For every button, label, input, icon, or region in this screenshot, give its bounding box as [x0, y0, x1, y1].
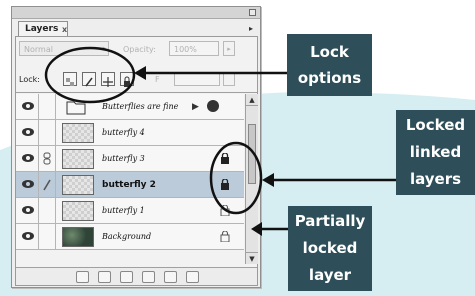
chain-link-icon	[43, 152, 51, 165]
callout-locked-linked-layers: Locked linked layers	[396, 110, 475, 195]
lock-position-button[interactable]	[101, 72, 115, 87]
callout-line: linked	[409, 143, 462, 161]
eye-icon[interactable]	[20, 204, 36, 216]
layer-name: butterfly 2	[102, 180, 156, 190]
screenshot-stage: Layers x ▸ Normal ▸ Opacity: 100% ▸ Lock…	[0, 0, 475, 296]
tab-layers[interactable]: Layers x	[18, 21, 68, 36]
callout-line: Locked	[405, 116, 466, 134]
layers-palette: Layers x ▸ Normal ▸ Opacity: 100% ▸ Lock…	[11, 6, 261, 288]
layer-row-butterflies-set[interactable]: Butterflies are fine ▶	[16, 94, 244, 120]
new-set-button[interactable]	[120, 271, 133, 283]
opacity-field[interactable]: 100%	[169, 41, 219, 56]
link-column[interactable]	[38, 198, 56, 223]
link-column[interactable]	[38, 146, 56, 171]
layer-thumbnail	[62, 123, 94, 143]
blend-row: Normal ▸ Opacity: 100% ▸	[19, 41, 254, 57]
scroll-down-icon[interactable]: ▼	[246, 252, 258, 264]
link-column[interactable]	[38, 224, 56, 249]
layer-row-butterfly-1[interactable]: butterfly 1	[16, 198, 244, 224]
layer-effects-icon[interactable]	[207, 100, 219, 112]
lock-icon	[124, 76, 130, 87]
add-mask-button[interactable]	[98, 271, 111, 283]
lock-label: Lock:	[19, 75, 40, 84]
layer-row-butterfly-4[interactable]: butterfly 4	[16, 120, 244, 146]
partial-lock-icon	[220, 231, 230, 242]
layer-thumbnail	[62, 149, 94, 169]
new-adjustment-layer-button[interactable]	[142, 271, 155, 283]
trash-icon[interactable]	[186, 271, 199, 283]
layer-name: Background	[102, 232, 152, 241]
layer-row-butterfly-3[interactable]: butterfly 3	[16, 146, 244, 172]
layer-name: butterfly 4	[102, 128, 145, 137]
lock-all-button[interactable]	[120, 72, 134, 87]
eye-icon[interactable]	[20, 178, 36, 190]
scroll-up-icon[interactable]: ▲	[246, 94, 258, 106]
opacity-slider-arrow-icon[interactable]: ▸	[223, 41, 235, 56]
opacity-value: 100%	[174, 45, 197, 54]
checker-icon	[66, 78, 74, 86]
eye-icon[interactable]	[20, 126, 36, 138]
callout-line: Partially	[294, 212, 366, 230]
divider	[16, 92, 257, 93]
layer-row-butterfly-2[interactable]: butterfly 2	[16, 172, 244, 198]
callout-line: layers	[409, 170, 462, 188]
lock-row: Lock: F	[19, 71, 254, 89]
callout-line: locked	[302, 239, 358, 257]
layers-bottom-bar	[16, 267, 257, 285]
new-layer-button[interactable]	[164, 271, 177, 283]
brush-icon	[43, 179, 51, 191]
callout-lock-options: Lock options	[287, 34, 372, 96]
layer-name: Butterflies are fine	[102, 102, 179, 111]
layer-name: butterfly 1	[102, 206, 145, 215]
lock-icon	[221, 153, 229, 164]
layer-name: butterfly 3	[102, 154, 145, 163]
eye-icon[interactable]	[20, 230, 36, 242]
chevron-down-icon: ▸	[102, 44, 106, 52]
fill-slider-arrow-icon[interactable]	[223, 72, 235, 86]
scroll-thumb[interactable]	[248, 124, 256, 184]
callout-line: layer	[308, 266, 352, 284]
layer-row-background[interactable]: Background	[16, 224, 244, 250]
partial-lock-icon	[220, 205, 230, 216]
layer-style-button[interactable]	[76, 271, 89, 283]
callout-line: Lock	[310, 43, 349, 61]
tab-close-icon[interactable]: x	[62, 25, 67, 34]
callout-partially-locked-layer: Partially locked layer	[288, 206, 372, 291]
lock-icon	[221, 179, 229, 190]
blend-mode-value: Normal	[24, 45, 53, 54]
palette-menu-icon[interactable]: ▸	[244, 23, 258, 35]
lock-image-button[interactable]	[82, 72, 96, 87]
move-icon	[103, 77, 113, 87]
lock-transparency-button[interactable]	[63, 72, 77, 86]
tab-layers-label: Layers	[25, 24, 59, 34]
layers-list: Butterflies are fine ▶ butterfly 4 butte…	[16, 94, 244, 250]
link-column[interactable]	[38, 94, 56, 119]
close-icon[interactable]	[249, 9, 256, 16]
layers-panel-body: Normal ▸ Opacity: 100% ▸ Lock: F Butterf…	[15, 36, 258, 286]
expand-triangle-icon[interactable]: ▶	[192, 102, 199, 112]
palette-titlebar[interactable]	[12, 7, 260, 19]
link-column[interactable]	[38, 120, 56, 145]
fill-field[interactable]	[174, 72, 220, 86]
layer-thumbnail	[62, 227, 94, 247]
brush-icon	[85, 77, 93, 87]
layer-thumbnail	[62, 201, 94, 221]
link-column[interactable]	[38, 172, 56, 197]
opacity-label: Opacity:	[123, 45, 156, 54]
callout-line: options	[297, 69, 362, 87]
fill-label: F	[155, 75, 160, 84]
layer-thumbnail	[62, 175, 94, 195]
layers-scrollbar[interactable]: ▲ ▼	[245, 94, 258, 264]
folder-icon	[66, 101, 86, 115]
blend-mode-select[interactable]: Normal ▸	[19, 41, 109, 56]
eye-icon[interactable]	[20, 100, 36, 112]
eye-icon[interactable]	[20, 152, 36, 164]
